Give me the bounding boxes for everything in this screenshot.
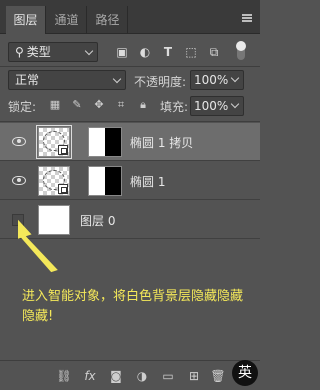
link-layers-icon[interactable]: ⛓ [56, 369, 72, 383]
tab-layers[interactable]: 图层 [6, 6, 46, 34]
annotation-text: 进入智能对象，将白色背景层隐藏隐藏隐藏! [22, 289, 244, 324]
chevron-down-icon [230, 99, 240, 109]
lock-image-pixels-icon[interactable]: ✎ [70, 98, 84, 112]
eye-icon[interactable] [12, 137, 26, 146]
add-mask-icon[interactable]: ◙ [108, 369, 124, 383]
panel-menu-icon[interactable] [242, 14, 252, 22]
shape-filter-icon[interactable]: ⬚ [183, 45, 199, 59]
layer-style-button[interactable]: fx [82, 369, 98, 383]
chevron-down-icon [112, 74, 122, 84]
lock-label: 锁定: [8, 100, 37, 114]
layer-name[interactable]: 椭圆 1 拷贝 [130, 134, 193, 151]
filter-kind-label: 类型 [26, 45, 51, 59]
opacity-value: 100% [194, 73, 229, 87]
adjustment-filter-icon[interactable]: ◐ [137, 45, 153, 59]
annotation-arrow-icon [18, 213, 58, 273]
opacity-field[interactable]: 100% [190, 70, 244, 90]
layer-thumbnail[interactable] [38, 166, 70, 196]
layer-row-ellipse[interactable]: 椭圆 1 [0, 162, 260, 200]
pixel-filter-icon[interactable]: ▣ [114, 45, 130, 59]
layer-mask-thumbnail[interactable] [88, 127, 122, 157]
search-icon: ⚲ [15, 45, 24, 59]
eye-icon[interactable] [12, 176, 26, 185]
filter-toggle[interactable] [236, 41, 246, 60]
blend-mode-value: 正常 [15, 73, 40, 87]
smart-object-badge-icon [58, 145, 68, 155]
trash-icon[interactable]: 🗑︎ [210, 369, 226, 383]
layers-bottom-toolbar: ⛓ fx ◙ ◑ ▭ ⊞ 🗑︎ [0, 360, 260, 390]
lock-all-icon[interactable]: 🔒︎ [136, 98, 150, 112]
layer-mask-thumbnail[interactable] [88, 166, 122, 196]
layer-name[interactable]: 椭圆 1 [130, 173, 165, 190]
new-layer-icon[interactable]: ⊞ [186, 369, 202, 383]
fill-value: 100% [194, 99, 229, 113]
panel-tab-bar: 图层 通道 路径 [0, 0, 260, 34]
layer-row-ellipse-copy[interactable]: 椭圆 1 拷贝 [0, 123, 260, 161]
chevron-down-icon [84, 46, 94, 56]
chevron-down-icon [230, 73, 240, 83]
opacity-label: 不透明度: [134, 75, 187, 89]
adjustment-layer-icon[interactable]: ◑ [134, 369, 150, 383]
fill-field[interactable]: 100% [190, 96, 244, 116]
new-group-icon[interactable]: ▭ [160, 369, 176, 383]
fill-label: 填充: [160, 100, 189, 114]
smart-object-filter-icon[interactable]: ⧉ [206, 45, 222, 59]
layer-name[interactable]: 图层 0 [80, 212, 115, 229]
tab-channels[interactable]: 通道 [47, 6, 87, 34]
ime-indicator[interactable]: 英 [232, 360, 258, 386]
tab-paths[interactable]: 路径 [88, 6, 128, 34]
blend-mode-dropdown[interactable]: 正常 [8, 70, 126, 90]
lock-position-icon[interactable]: ✥ [92, 98, 106, 112]
lock-transparency-icon[interactable]: ▦ [48, 98, 62, 112]
layer-thumbnail[interactable] [36, 125, 72, 159]
smart-object-badge-icon [58, 184, 68, 194]
filter-kind-dropdown[interactable]: ⚲ 类型 [8, 42, 98, 62]
type-filter-icon[interactable]: T [160, 45, 176, 59]
lock-artboard-icon[interactable]: ⌗ [114, 98, 128, 112]
